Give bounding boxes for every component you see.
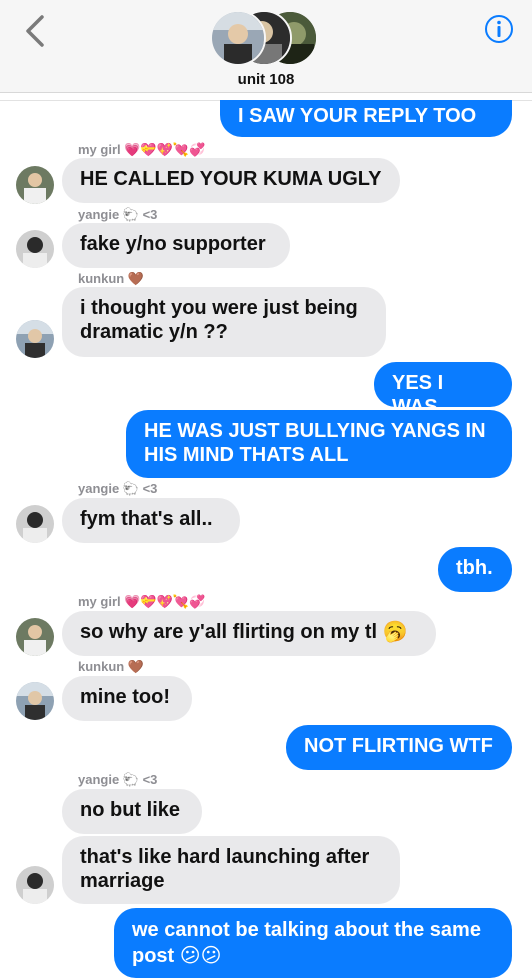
sender-name: yangie 🐑 <3 xyxy=(78,207,158,222)
incoming-message[interactable]: i thought you were just being dramatic y… xyxy=(62,287,386,357)
group-avatar-stack[interactable] xyxy=(210,10,318,66)
member-avatar-1 xyxy=(210,10,266,66)
sender-name: kunkun 🤎 xyxy=(78,659,145,674)
incoming-message[interactable]: so why are y'all flirting on my tl 🥱 xyxy=(62,611,436,656)
outgoing-message[interactable]: YES I WAS xyxy=(374,362,512,418)
sender-name: kunkun 🤎 xyxy=(78,271,145,286)
incoming-message[interactable]: HE CALLED YOUR KUMA UGLY xyxy=(62,158,400,203)
back-chevron-icon[interactable] xyxy=(20,14,50,48)
sender-name: yangie 🐑 <3 xyxy=(78,481,158,496)
incoming-message[interactable]: that's like hard launching after marriag… xyxy=(62,836,400,904)
outgoing-message[interactable]: I SAW YOUR REPLY TOO ...... xyxy=(220,100,512,151)
outgoing-message[interactable]: NOT FLIRTING WTF xyxy=(286,725,512,770)
avatar[interactable] xyxy=(16,866,54,904)
conversation-header: unit 108 xyxy=(0,0,532,93)
incoming-message[interactable]: fym that's all.. xyxy=(62,498,240,543)
info-icon[interactable] xyxy=(484,14,514,44)
outgoing-message[interactable]: tbh. xyxy=(438,547,512,592)
avatar[interactable] xyxy=(16,505,54,543)
incoming-message[interactable]: mine too! xyxy=(62,676,192,721)
outgoing-message[interactable]: we cannot be talking about the same post… xyxy=(114,908,512,978)
sender-name: my girl 💗💝💖💘💞 xyxy=(78,142,206,157)
avatar[interactable] xyxy=(16,320,54,358)
avatar[interactable] xyxy=(16,682,54,720)
group-title[interactable]: unit 108 xyxy=(0,71,532,88)
sender-name: my girl 💗💝💖💘💞 xyxy=(78,594,206,609)
incoming-message[interactable]: no but like xyxy=(62,789,202,834)
sender-name: yangie 🐑 <3 xyxy=(78,772,158,787)
avatar[interactable] xyxy=(16,618,54,656)
incoming-message[interactable]: fake y/no supporter xyxy=(62,223,290,268)
avatar[interactable] xyxy=(16,230,54,268)
avatar[interactable] xyxy=(16,166,54,204)
outgoing-message[interactable]: HE WAS JUST BULLYING YANGS IN HIS MIND T… xyxy=(126,410,512,478)
